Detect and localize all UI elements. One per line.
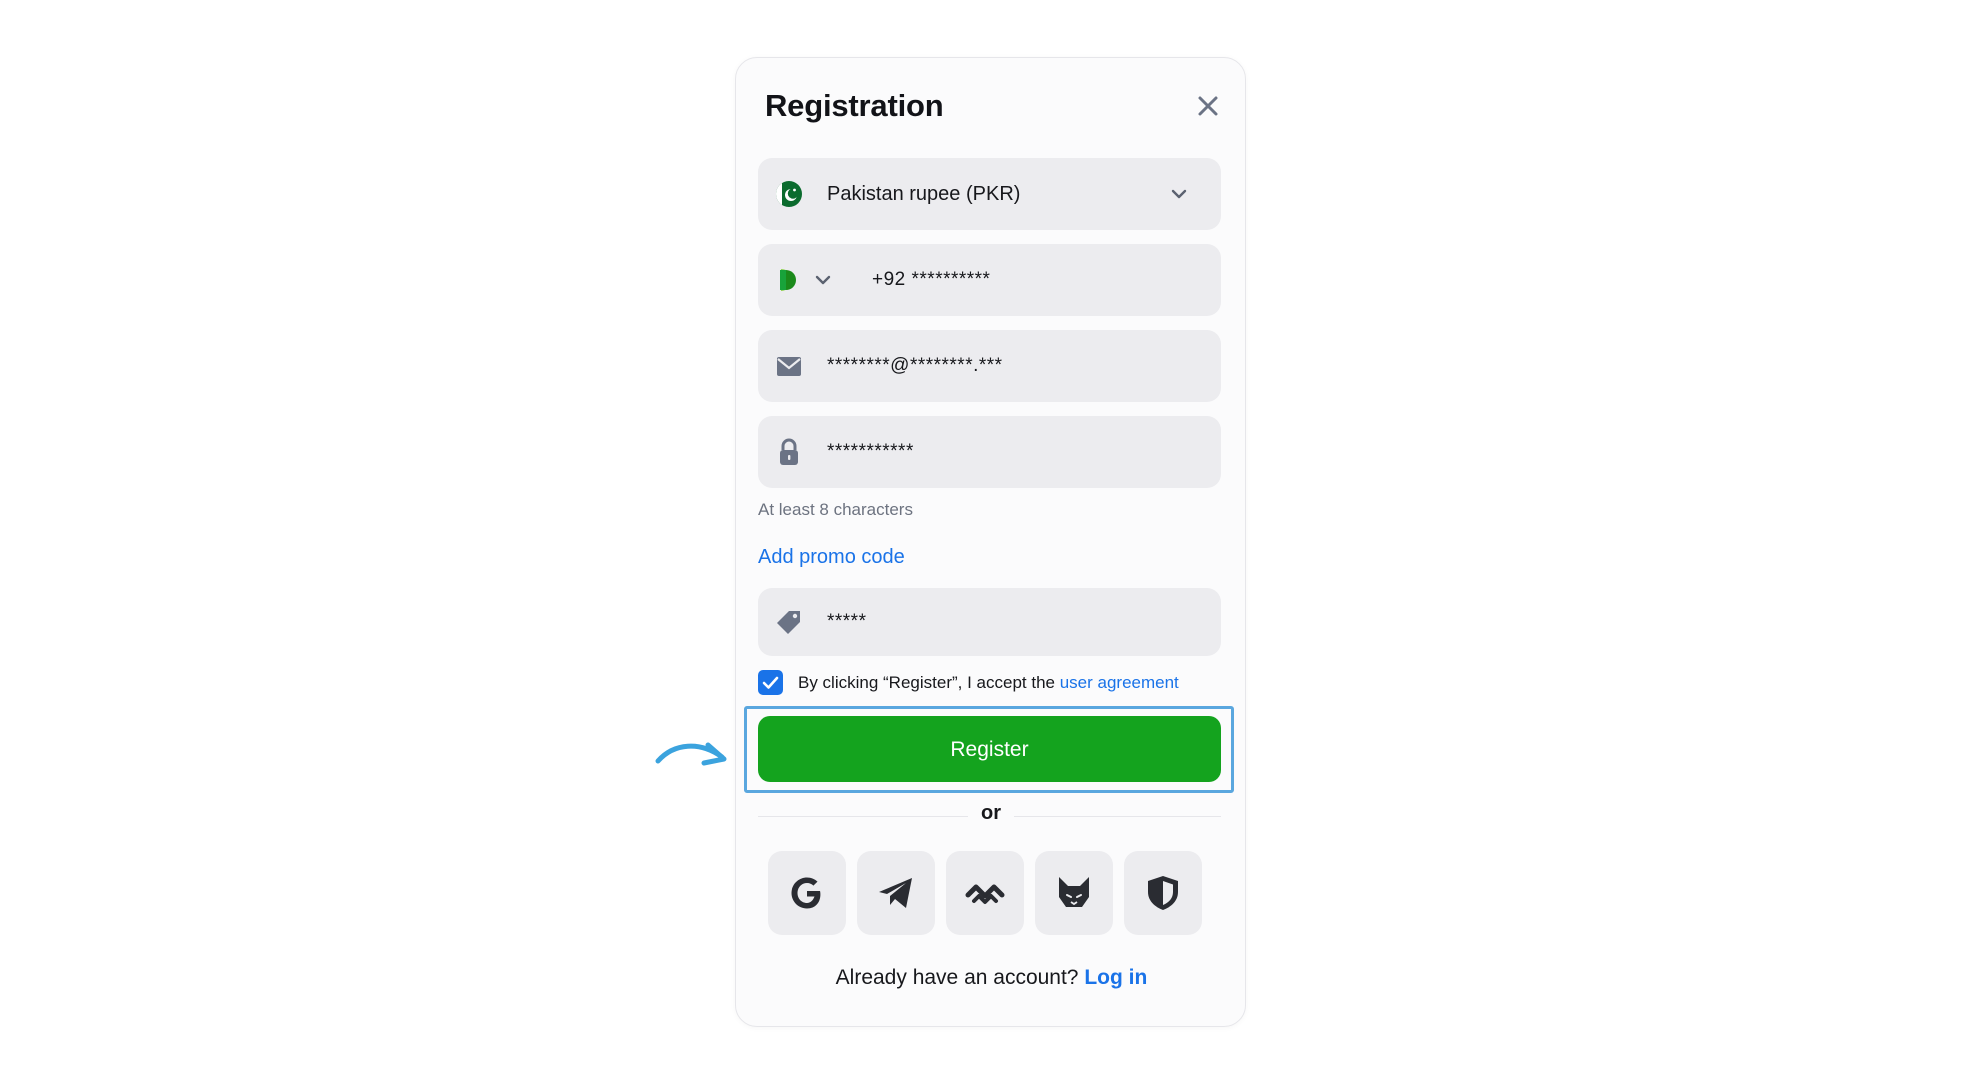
agreement-text: By clicking “Register”, I accept the use… (798, 673, 1179, 693)
telegram-login-button[interactable] (857, 851, 935, 935)
fox-icon (1059, 877, 1089, 907)
shield-login-button[interactable] (1124, 851, 1202, 935)
phone-input[interactable]: +92 ********** (872, 244, 990, 316)
shield-icon (1148, 876, 1178, 910)
chevron-down-icon (1171, 189, 1187, 199)
login-prompt: Already have an account? Log in (736, 966, 1247, 990)
waves-icon (965, 884, 1005, 904)
promo-code-field[interactable]: ***** (758, 588, 1221, 656)
login-link[interactable]: Log in (1084, 966, 1147, 989)
waves-login-button[interactable] (946, 851, 1024, 935)
country-chevron-down-icon[interactable] (814, 271, 832, 289)
login-prompt-text: Already have an account? (835, 966, 1079, 989)
divider-left (758, 816, 968, 817)
country-flag-icon[interactable] (772, 266, 800, 294)
promo-code-input[interactable]: ***** (827, 588, 866, 656)
password-input[interactable]: *********** (827, 416, 914, 488)
currency-value: Pakistan rupee (PKR) (827, 183, 1021, 205)
agreement-label: By clicking “Register”, I accept the (798, 673, 1055, 692)
email-input[interactable]: ********@********.*** (827, 330, 1003, 402)
agreement-checkbox[interactable] (758, 670, 783, 695)
password-field[interactable]: *********** (758, 416, 1221, 488)
currency-select[interactable]: Pakistan rupee (PKR) (758, 158, 1221, 230)
fox-login-button[interactable] (1035, 851, 1113, 935)
close-icon[interactable] (1193, 91, 1223, 121)
user-agreement-link[interactable]: user agreement (1060, 673, 1179, 692)
lock-icon (780, 438, 798, 465)
google-login-button[interactable] (768, 851, 846, 935)
password-hint: At least 8 characters (758, 500, 913, 519)
modal-title: Registration (765, 88, 944, 123)
annotation-arrow-icon (655, 742, 727, 766)
divider-right (1014, 816, 1221, 817)
add-promo-code-link[interactable]: Add promo code (758, 546, 905, 569)
phone-field[interactable]: +92 ********** (758, 244, 1221, 316)
checkmark-icon (762, 676, 779, 689)
registration-modal: Registration Pakistan rupee (PKR) +92 **… (735, 57, 1246, 1027)
register-button[interactable]: Register (758, 716, 1221, 782)
email-field[interactable]: ********@********.*** (758, 330, 1221, 402)
or-separator: or (981, 802, 1001, 824)
telegram-icon (879, 878, 912, 908)
envelope-icon (777, 357, 801, 376)
pakistan-flag-icon (776, 181, 802, 207)
tag-icon (777, 611, 800, 634)
google-icon (791, 877, 821, 909)
